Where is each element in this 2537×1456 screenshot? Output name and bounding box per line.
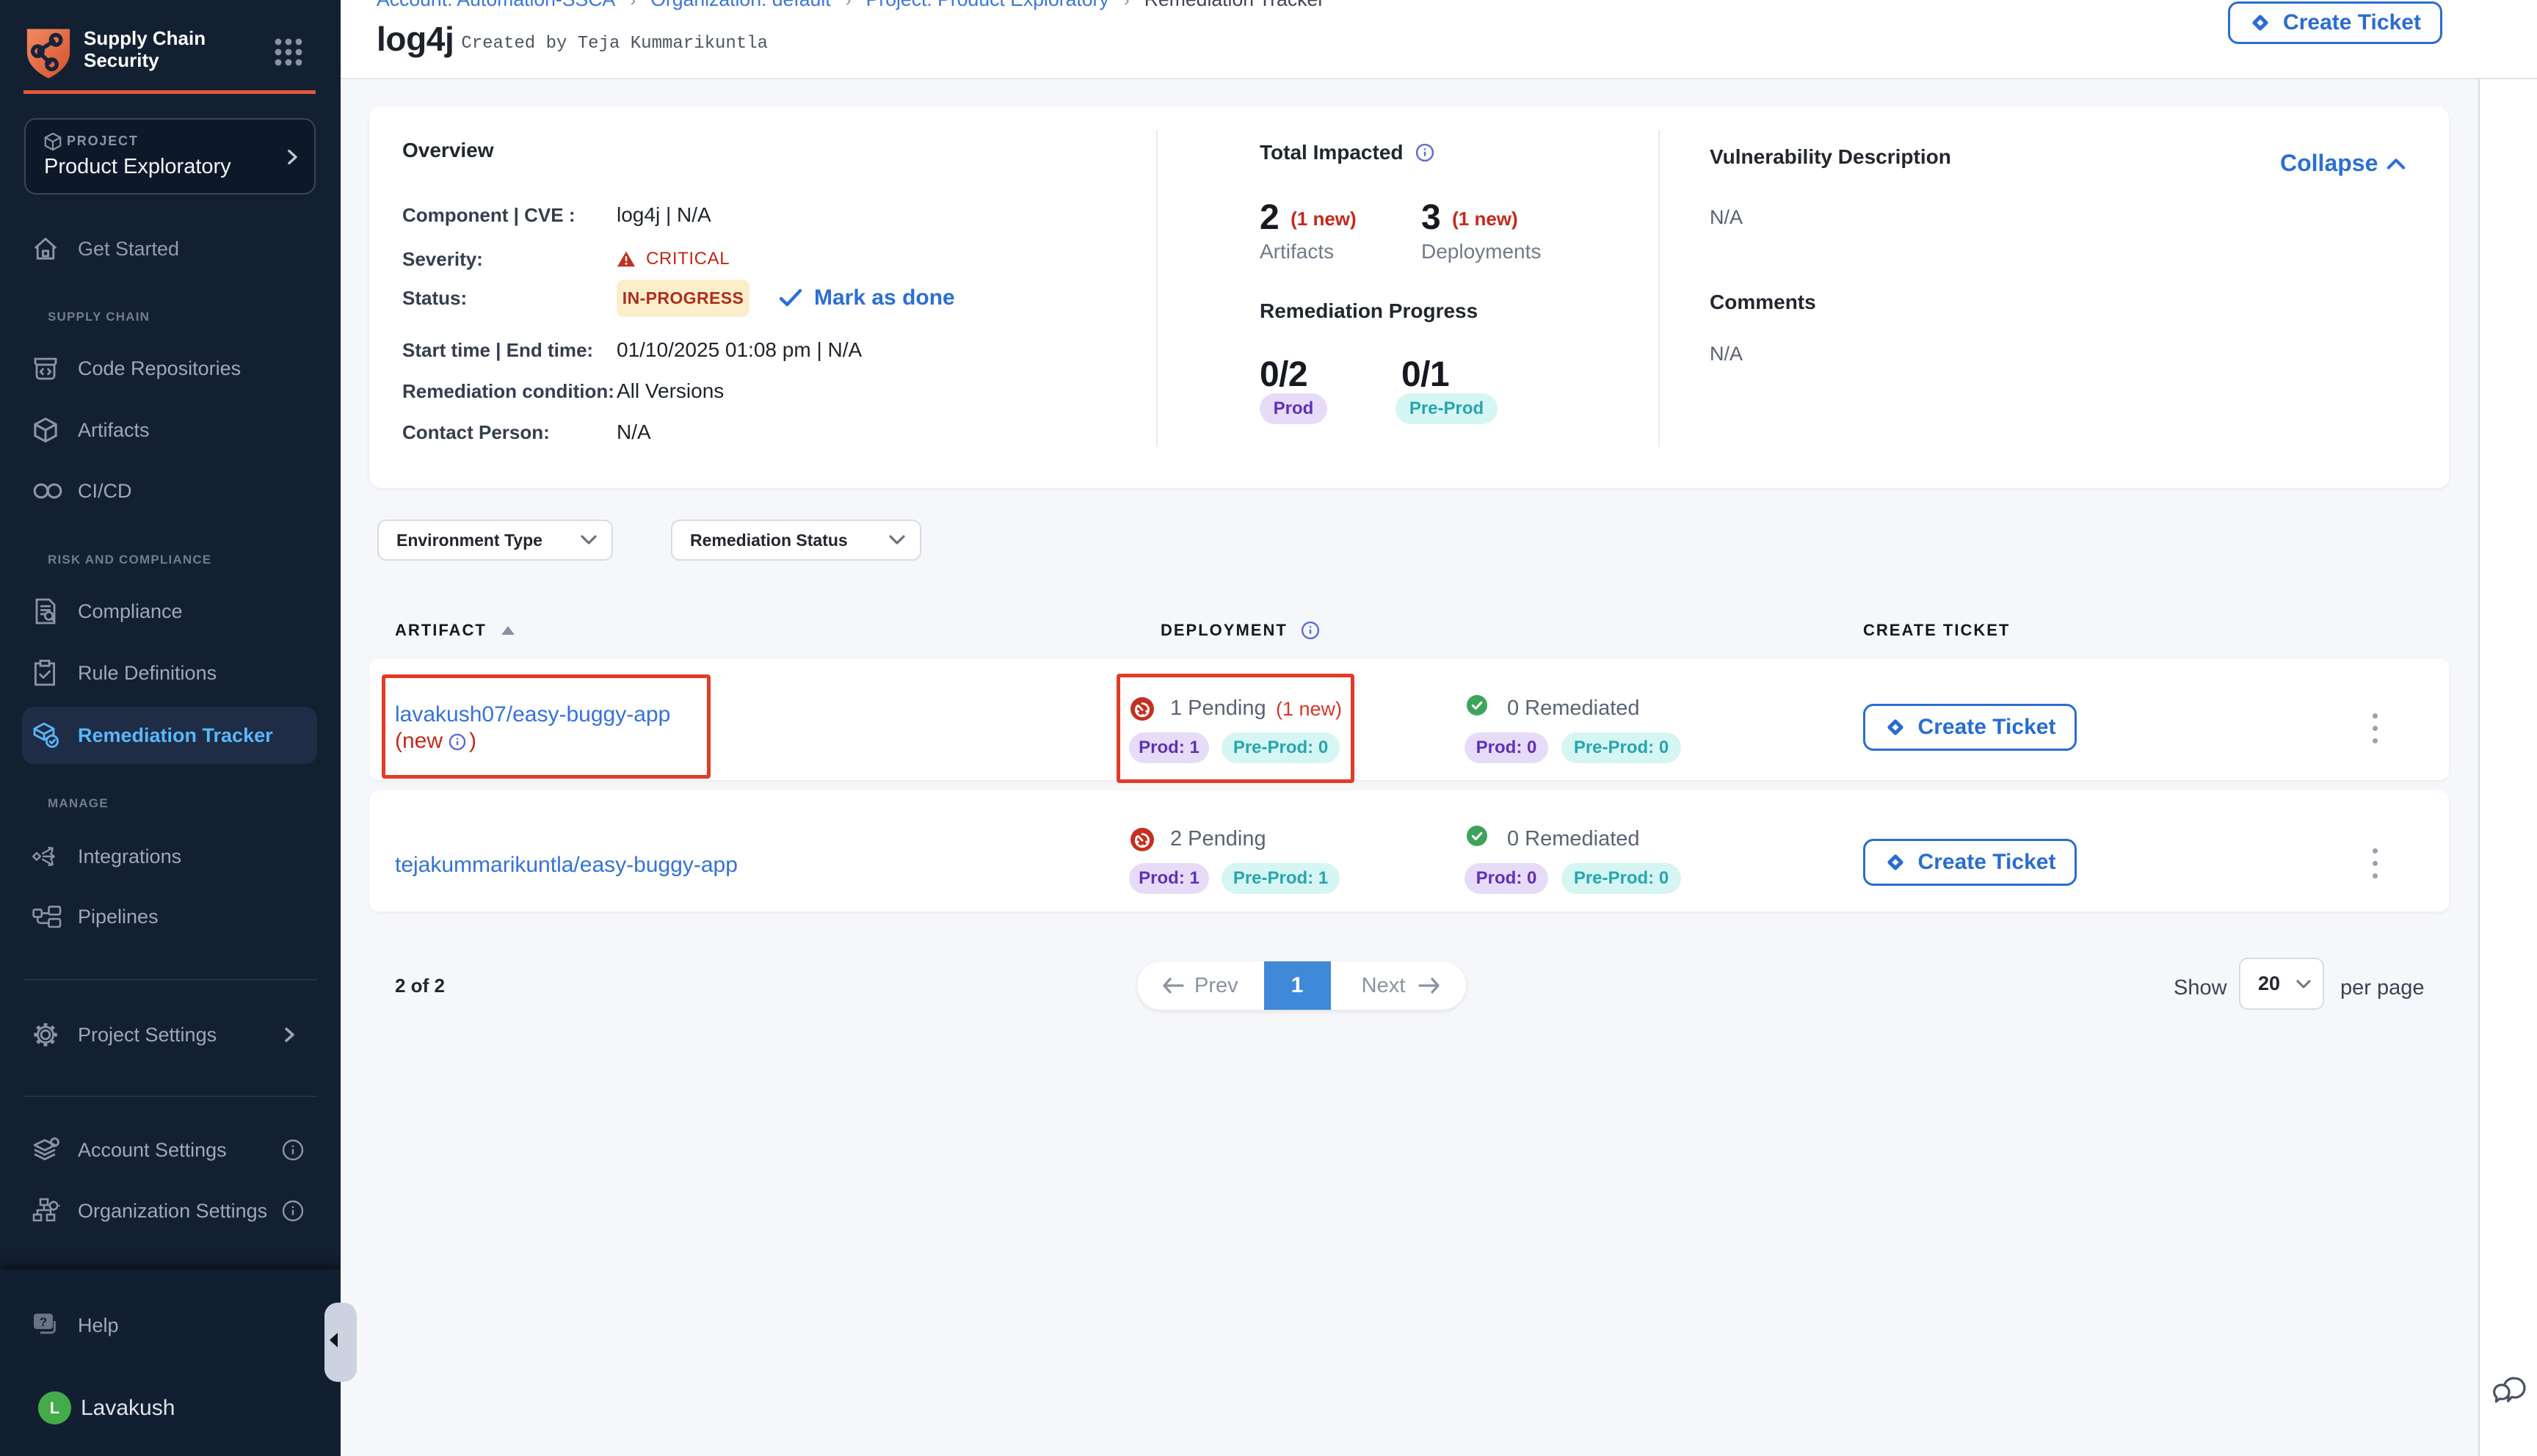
svg-text:?: ? [40,1315,47,1329]
